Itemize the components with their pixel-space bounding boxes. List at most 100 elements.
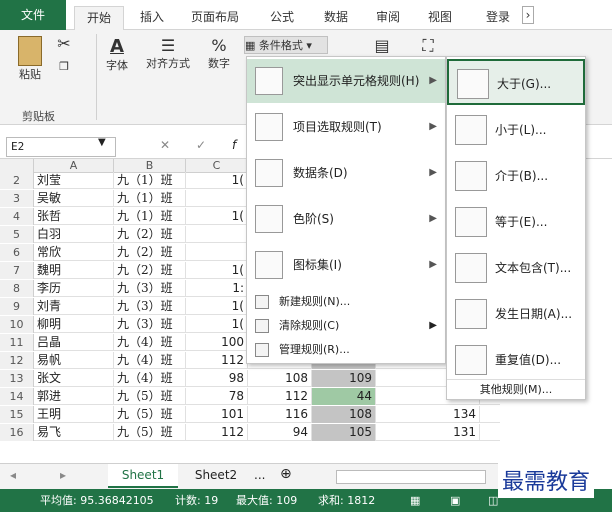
cell-c[interactable]: 112 <box>186 424 248 441</box>
cell-d[interactable]: 116 <box>248 406 312 423</box>
cell-class[interactable]: 九（2）班 <box>114 262 186 279</box>
row-header[interactable]: 11 <box>0 334 34 351</box>
cell-c[interactable] <box>186 226 248 243</box>
number-button[interactable]: % 数字 <box>202 36 236 71</box>
cells-icon[interactable]: ▤ <box>372 36 392 55</box>
row-header[interactable]: 13 <box>0 370 34 387</box>
row-header[interactable]: 12 <box>0 352 34 369</box>
cell-c[interactable]: 100 <box>186 334 248 351</box>
cell-name[interactable]: 魏明 <box>34 262 114 279</box>
menu-greater-than[interactable]: 大于(G)... <box>447 59 585 105</box>
row-header[interactable]: 10 <box>0 316 34 333</box>
column-header-b[interactable]: B <box>114 159 186 173</box>
menu-color-scales[interactable]: 色阶(S) ▶ <box>247 197 445 241</box>
cell-name[interactable]: 白羽 <box>34 226 114 243</box>
cell-c[interactable] <box>186 244 248 261</box>
cell-c[interactable]: 1( <box>186 298 248 315</box>
cell-name[interactable]: 吴敏 <box>34 190 114 207</box>
alignment-button[interactable]: ☰ 对齐方式 <box>140 36 196 71</box>
cell-name[interactable]: 李历 <box>34 280 114 297</box>
cell-f[interactable]: 134 <box>376 406 480 423</box>
prev-sheet-icon[interactable]: ◂ <box>10 468 16 482</box>
menu-highlight-cells-rules[interactable]: 突出显示单元格规则(H) ▶ <box>247 59 445 103</box>
row-header[interactable]: 9 <box>0 298 34 315</box>
menu-top-bottom-rules[interactable]: 项目选取规则(T) ▶ <box>247 105 445 149</box>
enter-icon[interactable]: ✓ <box>196 138 206 152</box>
cell-name[interactable]: 刘莹 <box>34 172 114 189</box>
next-sheet-icon[interactable]: ▸ <box>60 468 66 482</box>
menu-new-rule[interactable]: 新建规则(N)... <box>247 291 445 313</box>
cell-d[interactable]: 108 <box>248 370 312 387</box>
function-icon[interactable]: f <box>232 138 236 152</box>
menu-less-than[interactable]: 小于(L)... <box>447 107 585 153</box>
cell-c[interactable]: 1( <box>186 316 248 333</box>
cell-class[interactable]: 九（1）班 <box>114 172 186 189</box>
cell-name[interactable]: 常欣 <box>34 244 114 261</box>
menu-data-bars[interactable]: 数据条(D) ▶ <box>247 151 445 195</box>
cell-class[interactable]: 九（4）班 <box>114 352 186 369</box>
tab-file[interactable]: 文件 <box>0 0 66 30</box>
copy-icon[interactable]: ❐ <box>54 60 74 73</box>
page-break-view-icon[interactable]: ◫ <box>488 489 498 512</box>
cell-e[interactable]: 109 <box>312 370 376 387</box>
cell-class[interactable]: 九（2）班 <box>114 226 186 243</box>
row-header[interactable]: 15 <box>0 406 34 423</box>
sheet-tab-sheet2[interactable]: Sheet2 <box>186 464 246 488</box>
cancel-icon[interactable]: ✕ <box>160 138 170 152</box>
normal-view-icon[interactable]: ▦ <box>410 489 420 512</box>
menu-clear-rules[interactable]: 清除规则(C) ▶ <box>247 315 445 337</box>
cell-class[interactable]: 九（5）班 <box>114 406 186 423</box>
conditional-formatting-button[interactable]: ▦ 条件格式 ▾ <box>244 36 328 54</box>
tab-page-layout[interactable]: 页面布局 <box>180 6 250 30</box>
cell-class[interactable]: 九（3）班 <box>114 316 186 333</box>
cut-icon[interactable]: ✂ <box>54 34 74 53</box>
cell-class[interactable]: 九（1）班 <box>114 190 186 207</box>
tab-data[interactable]: 数据 <box>316 6 356 30</box>
cell-e[interactable]: 108 <box>312 406 376 423</box>
tab-view[interactable]: 视图 <box>420 6 460 30</box>
menu-more-rules[interactable]: 其他规则(M)... <box>447 379 585 399</box>
menu-between[interactable]: 介于(B)... <box>447 153 585 199</box>
menu-manage-rules[interactable]: 管理规则(R)... <box>247 339 445 361</box>
cell-class[interactable]: 九（1）班 <box>114 208 186 225</box>
cell-name[interactable]: 柳明 <box>34 316 114 333</box>
cell-c[interactable]: 1( <box>186 208 248 225</box>
cell-name[interactable]: 张哲 <box>34 208 114 225</box>
cell-c[interactable] <box>186 190 248 207</box>
cell-name[interactable]: 王明 <box>34 406 114 423</box>
scroll-right-icon[interactable]: › <box>522 6 534 24</box>
cell-class[interactable]: 九（2）班 <box>114 244 186 261</box>
menu-equal-to[interactable]: 等于(E)... <box>447 199 585 245</box>
column-header-c[interactable]: C <box>186 159 248 173</box>
page-layout-view-icon[interactable]: ▣ <box>450 489 460 512</box>
cell-class[interactable]: 九（5）班 <box>114 424 186 441</box>
tab-insert[interactable]: 插入 <box>132 6 172 30</box>
cell-e[interactable]: 105 <box>312 424 376 441</box>
tab-formulas[interactable]: 公式 <box>262 6 302 30</box>
cell-f[interactable]: 131 <box>376 424 480 441</box>
paste-button[interactable]: 粘贴 <box>12 36 48 82</box>
row-header[interactable]: 8 <box>0 280 34 297</box>
column-header-a[interactable]: A <box>34 159 114 173</box>
tab-home[interactable]: 开始 <box>74 6 124 30</box>
row-header[interactable]: 4 <box>0 208 34 225</box>
row-header[interactable]: 2 <box>0 172 34 189</box>
cell-c[interactable]: 1( <box>186 172 248 189</box>
row-header[interactable]: 7 <box>0 262 34 279</box>
cell-c[interactable]: 112 <box>186 352 248 369</box>
select-all-corner[interactable] <box>0 159 34 173</box>
row-header[interactable]: 14 <box>0 388 34 405</box>
cell-d[interactable]: 112 <box>248 388 312 405</box>
cell-name[interactable]: 张文 <box>34 370 114 387</box>
menu-date-occurring[interactable]: 发生日期(A)... <box>447 291 585 337</box>
tab-review[interactable]: 审阅 <box>368 6 408 30</box>
sign-in-link[interactable]: 登录 <box>478 6 518 30</box>
cell-class[interactable]: 九（4）班 <box>114 334 186 351</box>
add-sheet-icon[interactable]: ⊕ <box>280 466 292 482</box>
find-icon[interactable]: ⛶ <box>418 36 438 56</box>
row-header[interactable]: 5 <box>0 226 34 243</box>
cell-d[interactable]: 94 <box>248 424 312 441</box>
cell-class[interactable]: 九（3）班 <box>114 298 186 315</box>
menu-text-contains[interactable]: 文本包含(T)... <box>447 245 585 291</box>
more-sheets-button[interactable]: ... <box>254 468 265 482</box>
